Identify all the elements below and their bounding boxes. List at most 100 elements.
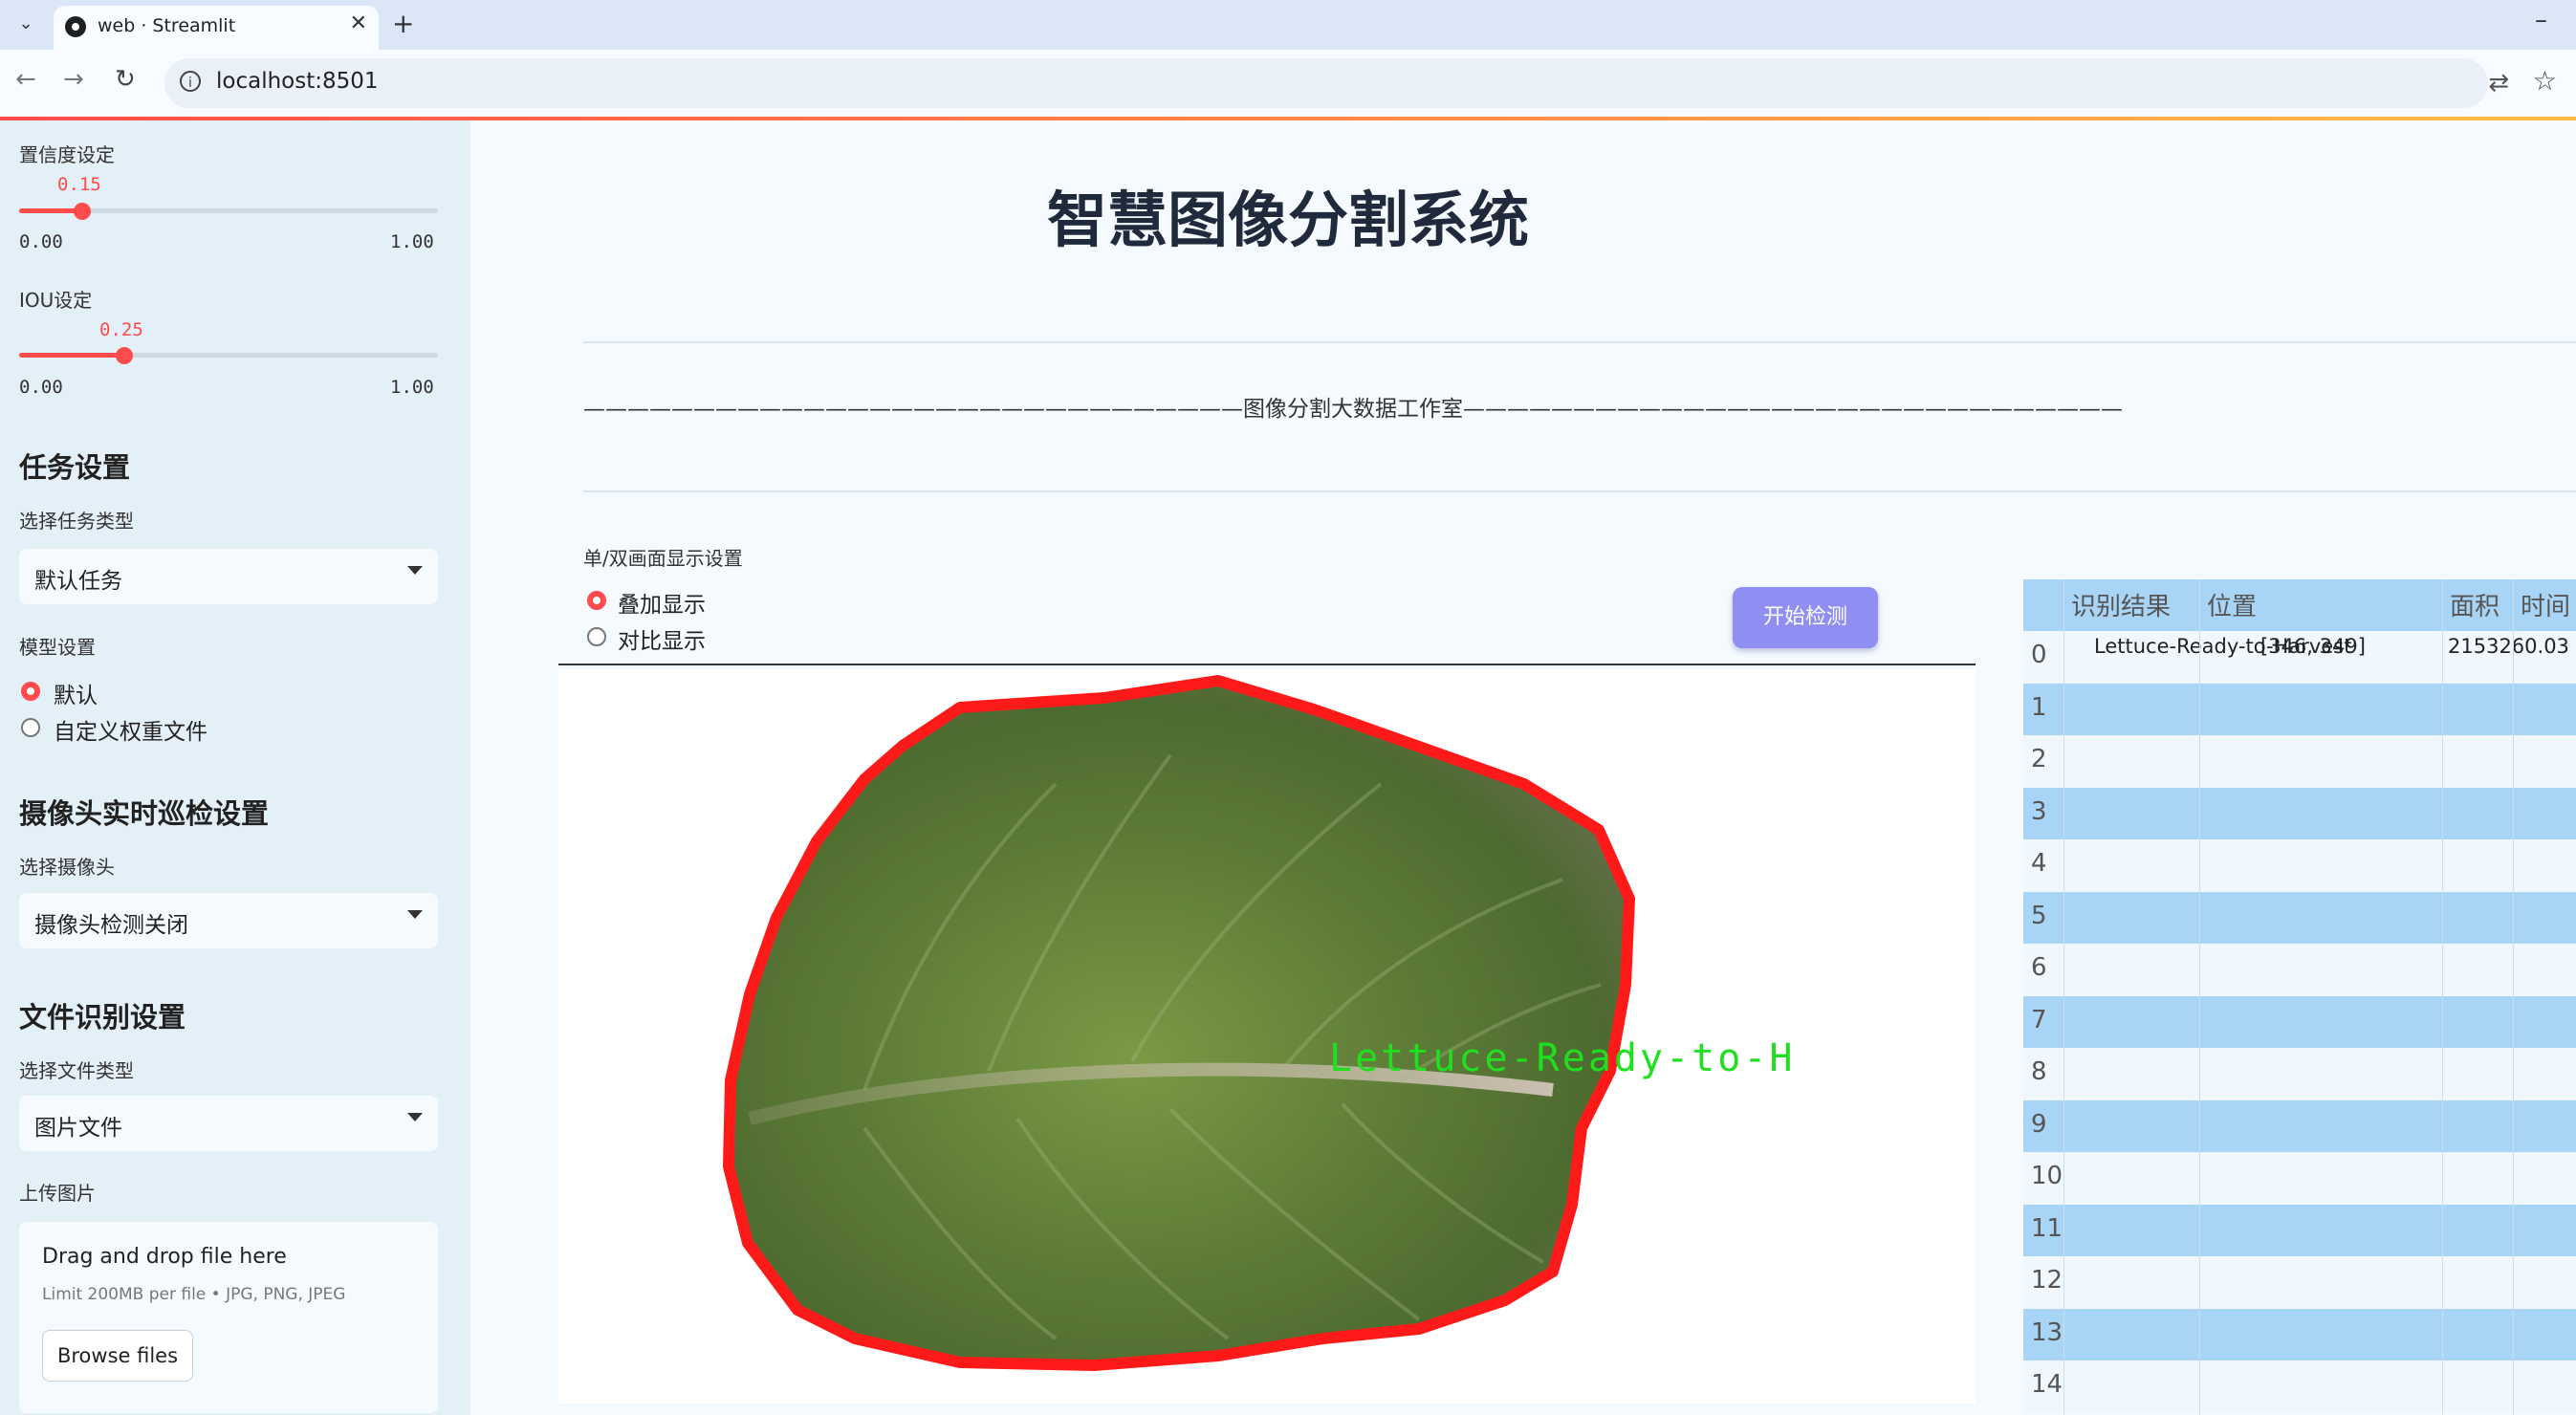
window-minimize-icon[interactable]: – [2535,6,2547,34]
browser-tab-bar: ⌄ web · Streamlit ✕ + – [0,0,2576,50]
row-index: 7 [2031,1005,2047,1034]
display-radio-overlay[interactable] [587,591,606,610]
iou-label: IOU设定 [19,289,93,312]
model-radio-default[interactable] [21,682,40,701]
display-radio-compare[interactable] [587,627,606,646]
row-index: 8 [2031,1057,2047,1086]
row-index: 9 [2031,1109,2047,1139]
column-divider [2063,579,2064,1415]
camera-select-label: 选择摄像头 [19,856,115,879]
divider [583,341,2576,343]
position-cell: [346, 349] [2260,635,2366,658]
row-index: 10 [2031,1162,2063,1190]
column-header[interactable]: 位置 [2207,587,2257,622]
iou-slider-fill [19,353,124,358]
row-index: 3 [2031,796,2047,826]
iou-slider-thumb[interactable] [115,347,133,364]
column-header[interactable]: 识别结果 [2071,587,2171,622]
table-row[interactable] [2023,839,2576,892]
drop-text: Drag and drop file here [42,1245,287,1269]
file-type-label: 选择文件类型 [19,1059,134,1082]
url-text: localhost:8501 [216,69,379,94]
back-arrow-icon[interactable]: ← [15,65,36,94]
file-section-title: 文件识别设置 [19,1001,186,1034]
detection-class-label: Lettuce-Ready-to-H [1329,1036,1796,1080]
row-index: 13 [2031,1317,2063,1347]
camera-selected: 摄像头检测关闭 [34,913,188,938]
browse-files-button[interactable]: Browse files [42,1330,193,1382]
start-detection-button[interactable]: 开始检测 [1733,587,1878,648]
model-radio-custom[interactable] [21,718,40,737]
table-row[interactable] [2023,735,2576,788]
column-divider [2199,579,2200,1415]
sidebar: 置信度设定 0.15 0.00 1.00 IOU设定 0.25 0.00 1.0… [0,120,470,1415]
table-row[interactable] [2023,1048,2576,1100]
display-mode-label: 单/双画面显示设置 [583,547,743,570]
column-header[interactable]: 时间 [2521,587,2570,622]
display-option-compare: 对比显示 [618,629,706,654]
url-field[interactable]: i localhost:8501 [164,58,2488,108]
row-index: 14 [2031,1370,2063,1399]
row-index: 12 [2031,1266,2063,1295]
row-index: 1 [2031,692,2047,722]
chevron-down-icon [407,566,423,575]
table-row[interactable] [2023,1361,2576,1413]
row-index: 2 [2031,745,2047,773]
camera-select[interactable]: 摄像头检测关闭 [19,893,438,948]
camera-section-title: 摄像头实时巡检设置 [19,797,270,830]
tab-list-chevron-icon[interactable]: ⌄ [11,10,40,38]
file-type-selected: 图片文件 [34,1116,122,1141]
bookmark-star-icon[interactable]: ☆ [2533,65,2557,97]
table-row[interactable] [2023,683,2576,735]
reload-icon[interactable]: ↻ [115,65,136,94]
table-row[interactable] [2023,891,2576,944]
table-row[interactable] [2023,1256,2576,1309]
tab-title: web · Streamlit [98,15,236,36]
row-index: 6 [2031,953,2047,982]
divider [583,490,2576,492]
tab-close-icon[interactable]: ✕ [350,11,367,35]
area-cell: 2153260.03 [2448,635,2569,658]
row-index: 4 [2031,849,2047,878]
table-row[interactable] [2023,995,2576,1048]
column-divider [2513,579,2514,1415]
table-row[interactable] [2023,1152,2576,1205]
chevron-down-icon [407,910,423,919]
file-type-select[interactable]: 图片文件 [19,1096,438,1151]
row-index: 11 [2031,1213,2063,1243]
file-uploader-dropzone[interactable]: Drag and drop file here Limit 200MB per … [19,1222,438,1413]
model-option-default: 默认 [54,684,98,708]
page-title: 智慧图像分割系统 [1047,185,1529,255]
task-type-select[interactable]: 默认任务 [19,549,438,604]
site-info-icon[interactable]: i [180,71,201,92]
model-option-custom: 自定义权重文件 [54,720,207,745]
column-divider [2442,579,2443,1415]
iou-value: 0.25 [99,319,143,340]
browser-tab[interactable]: web · Streamlit ✕ [54,6,379,50]
new-tab-icon[interactable]: + [392,8,414,39]
display-option-overlay: 叠加显示 [618,593,706,618]
row-index: 5 [2031,901,2047,930]
upload-limit-text: Limit 200MB per file • JPG, PNG, JPEG [42,1285,346,1304]
translate-icon[interactable]: ⇄ [2488,69,2509,98]
table-row[interactable] [2023,1099,2576,1152]
results-table: 识别结果 位置 面积 时间 0 Lettuce-Ready-to-Harvest [346,… [2023,579,2576,1415]
task-type-selected: 默认任务 [34,569,122,594]
row-index: 0 [2031,641,2047,669]
table-row[interactable] [2023,1204,2576,1256]
column-header[interactable]: 面积 [2450,587,2500,622]
address-bar-row: ← → ↻ i localhost:8501 ⇄ ☆ [0,50,2576,117]
iou-max: 1.00 [390,377,434,398]
forward-arrow-icon[interactable]: → [63,65,84,94]
table-row[interactable] [2023,944,2576,996]
table-row[interactable] [2023,1308,2576,1361]
image-top-border [558,664,1976,665]
upload-label: 上传图片 [19,1182,96,1205]
streamlit-favicon-icon [65,16,86,37]
table-row[interactable] [2023,787,2576,839]
task-type-label: 选择任务类型 [19,510,134,533]
chevron-down-icon [407,1113,423,1121]
studio-banner: ——————————————————————————————图像分割大数据工作室… [583,397,2123,422]
iou-min: 0.00 [19,377,63,398]
confidence-label: 置信度设定 [19,143,115,166]
